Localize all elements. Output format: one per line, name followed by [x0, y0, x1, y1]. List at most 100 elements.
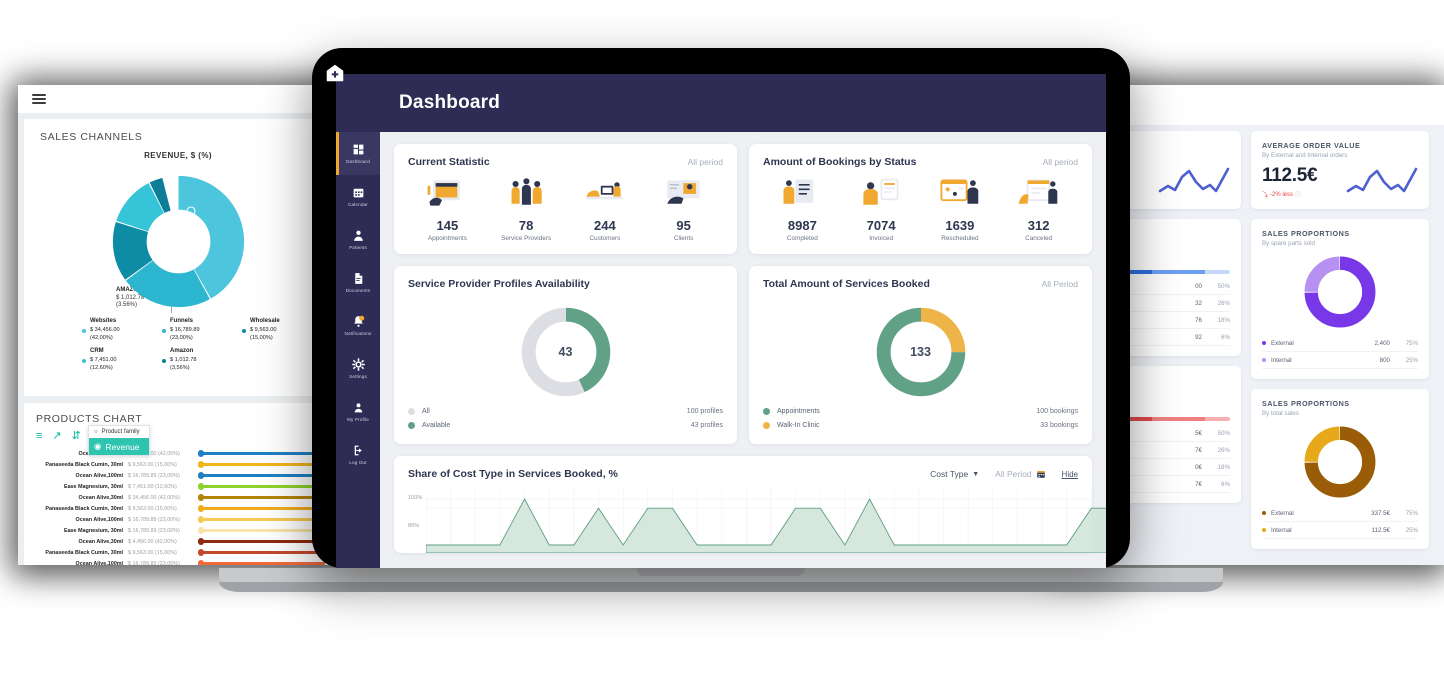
products-chart-dropdown[interactable]: ○ Product family ◉ Revenue — [88, 425, 150, 456]
product-value: $ 34,456.00 (42,00%) — [128, 494, 180, 501]
hamburger-icon[interactable] — [32, 92, 46, 106]
grid-icon — [353, 144, 363, 155]
cost-type-select[interactable]: Cost Type ▼ — [930, 469, 979, 479]
product-value: $ 16,789.89 (23,00%) — [128, 527, 180, 534]
left-window-topbar — [18, 85, 338, 113]
product-row: Ocean Alive,100ml $ 16,789.89 (23,00%) — [24, 514, 332, 525]
stat-value: 95 — [676, 218, 691, 233]
products-menu-item[interactable]: ○ Product family — [89, 426, 149, 438]
team-illustration — [511, 178, 542, 205]
product-name: Ease Magnesium, 30ml — [63, 483, 123, 490]
info-icon[interactable]: ⓘ — [1295, 190, 1301, 199]
legend-row: All 100 profiles — [408, 404, 723, 418]
calendar-icon[interactable] — [1036, 469, 1046, 479]
legend-dot — [1262, 511, 1266, 515]
right-column-right: AVERAGE ORDER VALUE By External and Inter… — [1251, 131, 1429, 549]
product-row: Ease Magnesium, 30ml $ 7,451.00 (12,60%) — [24, 481, 332, 492]
cost-type-period[interactable]: All Period — [995, 469, 1045, 479]
sparkline — [1346, 167, 1418, 193]
sidebar-item-calendar[interactable]: Calendar — [336, 175, 380, 218]
hospital-home-icon[interactable] — [326, 64, 346, 84]
donuts-row: Service Provider Profiles Availability 4… — [394, 266, 1092, 444]
laptop-base-bottom — [219, 582, 1223, 592]
radio-icon: ○ — [94, 429, 98, 435]
bar-list-icon[interactable]: ≡ — [36, 430, 42, 442]
legend-dot — [408, 421, 415, 429]
bar-segment — [1152, 417, 1206, 421]
cost-type-title: Share of Cost Type in Services Booked, % — [408, 468, 618, 480]
provider-availability-header: Service Provider Profiles Availability — [408, 278, 723, 290]
row-value: 0€ — [1195, 463, 1202, 471]
kpi-value: 112.5€ — [1262, 165, 1318, 186]
product-name: Ocean Alive,100ml — [75, 516, 123, 523]
provider-donut-center: 43 — [536, 323, 595, 381]
products-menu-item[interactable]: ◉ Revenue — [89, 438, 149, 455]
product-value: $ 4,456.00 (42,00%) — [128, 538, 177, 545]
sidebar-item-dashboard[interactable]: Dashboard — [336, 132, 380, 175]
donut-marker — [185, 206, 196, 216]
services-booked-period[interactable]: All Period — [1042, 279, 1078, 289]
products-chart-card: PRODUCTS CHART ≡ ↗ ⇵ ○ Product family ◉ Rev… — [24, 403, 332, 565]
legend-label: CRM — [90, 347, 104, 354]
services-booked-card: Total Amount of Services Booked All Peri… — [749, 266, 1092, 444]
row-percent: 26% — [1217, 446, 1230, 454]
row-percent: 75% — [1405, 339, 1418, 347]
row-percent: 50% — [1217, 282, 1230, 290]
product-bar — [197, 527, 325, 534]
sidebar-item-log-out[interactable]: Log Out — [336, 433, 380, 476]
stat-item: 7074 Invoiced — [842, 175, 921, 242]
logout-icon — [354, 445, 362, 456]
app-main: Dashboard Current Statistic All period 1… — [380, 74, 1106, 568]
row-label: Internal — [1271, 526, 1292, 534]
cost-type-hide-button[interactable]: Hide — [1062, 470, 1078, 479]
legend-dot — [1262, 528, 1266, 532]
legend-value: 100 bookings — [1036, 407, 1078, 415]
kpi-card: AVERAGE ORDER VALUE By External and Inter… — [1251, 131, 1429, 209]
product-row: Ocean Alive,30ml$ 34,456.00 (42,00%) — [24, 448, 332, 459]
services-booked-donut: 133 — [873, 304, 969, 400]
product-row: Ocean Alive,30ml $ 4,456.00 (42,00%) — [24, 536, 332, 547]
product-row: Ocean Alive,100ml $ 16,789.89 (23,00%) — [24, 558, 332, 565]
sidebar-item-notifications[interactable]: Notifications — [336, 304, 380, 347]
sidebar-item-settings[interactable]: Settings — [336, 347, 380, 390]
legend-label: All — [422, 407, 430, 415]
stat-label: Customers — [589, 235, 621, 242]
bookings-status-period[interactable]: All period — [1043, 157, 1078, 167]
legend-values: $ 9,563.00 (15,00%) — [250, 327, 277, 342]
stats-row: Current Statistic All period 145 Appointm… — [394, 144, 1092, 254]
sidebar-item-my-profile[interactable]: My Profile — [336, 390, 380, 433]
cost-type-card: Share of Cost Type in Services Booked, %… — [394, 456, 1106, 553]
row-value: 2,400 — [1374, 339, 1390, 347]
stat-label: Rescheduled — [941, 235, 979, 242]
sort-icon[interactable]: ⇵ — [72, 429, 81, 442]
bookings-status-card: Amount of Bookings by Status All period … — [749, 144, 1092, 254]
checklist-illustration — [783, 179, 814, 204]
product-bar — [197, 538, 325, 545]
sidebar-item-label: Settings — [349, 374, 367, 379]
sales-channels-subtitle: REVENUE, $ (%) — [144, 151, 212, 160]
product-bar — [197, 549, 325, 556]
sales-channels-title: SALES CHANNELS — [40, 131, 143, 143]
product-row: Ocean Alive,100ml $ 16,789.89 (23,00%) — [24, 470, 332, 481]
current-statistic-period[interactable]: All period — [688, 157, 723, 167]
row-percent: 18% — [1217, 316, 1230, 324]
bookings-status-stats: 8987 Completed 7074 Invoiced 1639 Rescheduled… — [763, 175, 1078, 242]
product-value: $ 16,789.89 (23,00%) — [128, 472, 180, 479]
sidebar-item-label: My Profile — [347, 417, 369, 422]
stat-item: 78 Service Providers — [487, 175, 566, 242]
services-donut-center: 133 — [891, 323, 950, 381]
sidebar-item-patients[interactable]: Patients — [336, 218, 380, 261]
line-chart-icon[interactable]: ↗ — [52, 429, 61, 442]
stat-label: Clients — [673, 235, 694, 242]
row-value: 92 — [1195, 333, 1202, 341]
reschedule-illustration — [940, 179, 979, 204]
legend-label: Amazon — [170, 347, 194, 354]
row-value: 800 — [1379, 356, 1390, 364]
sales-channel-legend-item: Wholesale $ 9,563.00 (15,00%) — [242, 317, 322, 343]
legend-dot — [162, 329, 166, 333]
donut-hole — [1318, 440, 1362, 484]
products-chart-title: PRODUCTS CHART — [36, 413, 143, 425]
legend-label: Websites — [90, 318, 117, 324]
screenshot-stage: SALES CHANNELS REVENUE, $ (%) AMAZON $ 1… — [0, 0, 1444, 687]
sidebar-item-documents[interactable]: Documents — [336, 261, 380, 304]
